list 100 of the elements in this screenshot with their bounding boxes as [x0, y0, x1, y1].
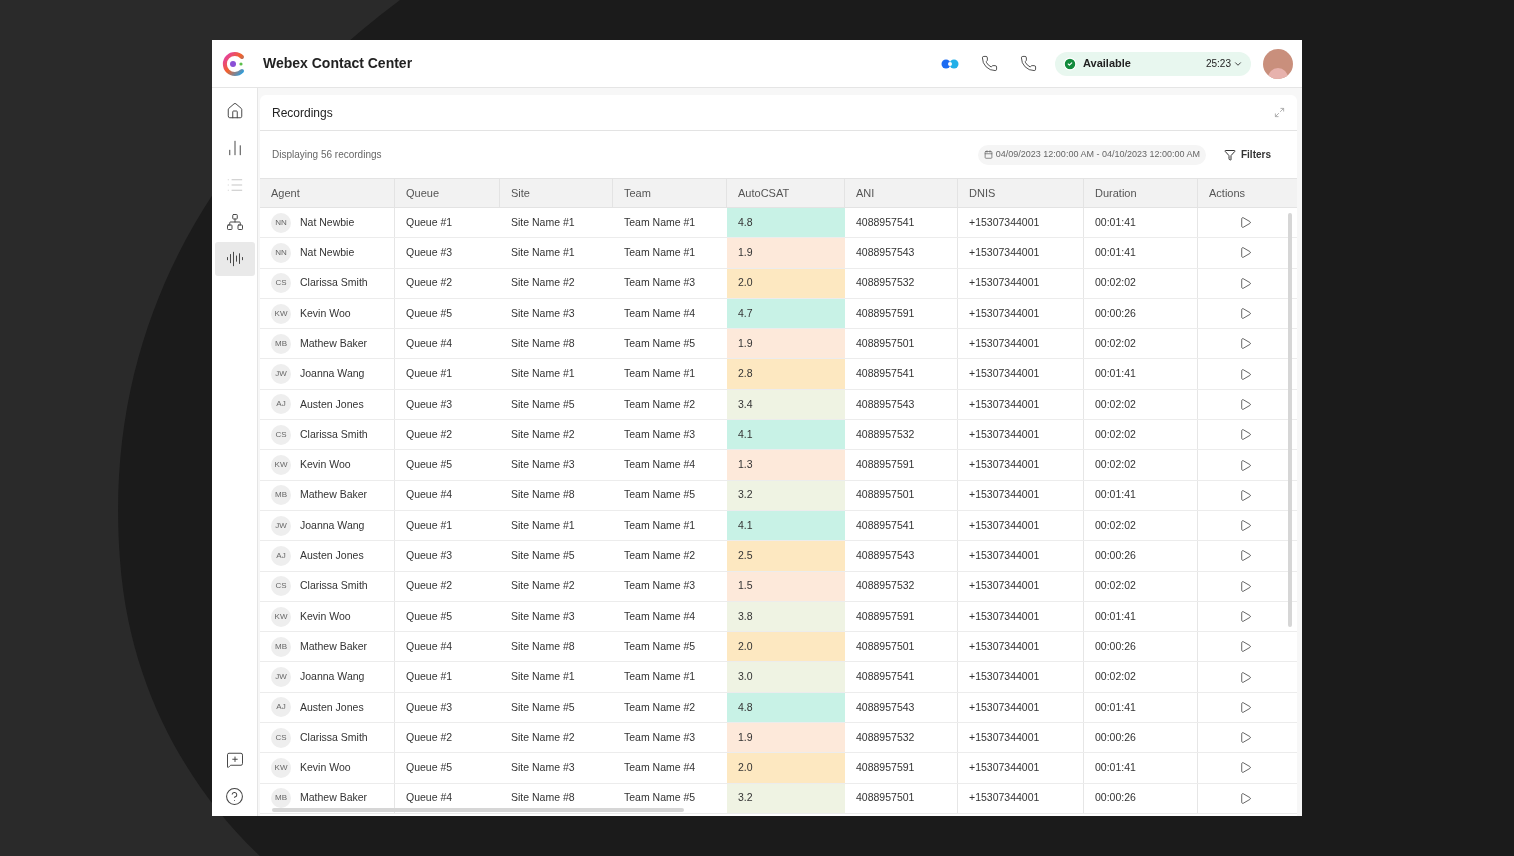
- play-icon[interactable]: [1239, 428, 1252, 442]
- play-icon[interactable]: [1239, 700, 1252, 714]
- table-cell: 4088957541: [845, 208, 958, 238]
- play-icon[interactable]: [1239, 246, 1252, 260]
- table-cell: +15307344001: [958, 268, 1084, 298]
- play-icon[interactable]: [1239, 488, 1252, 502]
- score-cell: 3.2: [727, 480, 845, 510]
- home-icon: [225, 102, 244, 120]
- column-header[interactable]: Site: [500, 179, 613, 207]
- table-cell-text: Austen Jones: [300, 396, 364, 412]
- table-cell: 4088957591: [845, 753, 958, 783]
- score-cell: 3.2: [727, 783, 845, 813]
- table-cell: 4088957532: [845, 723, 958, 753]
- play-icon[interactable]: [1239, 276, 1252, 290]
- table-cell-text: Mathew Baker: [300, 487, 368, 503]
- table-cell-text: Kevin Woo: [300, 608, 351, 624]
- table-cell: 4088957541: [845, 359, 958, 389]
- agent-initials: CS: [271, 576, 291, 597]
- table-cell: 4088957591: [845, 298, 958, 329]
- play-icon[interactable]: [1239, 670, 1252, 684]
- table-cell: 4088957501: [845, 632, 958, 662]
- date-range-field[interactable]: 04/09/2023 12:00:00 AM - 04/10/2023 12:00:00 AM: [977, 144, 1206, 165]
- table-cell: 4088957532: [845, 268, 958, 298]
- play-icon[interactable]: [1239, 337, 1252, 351]
- chat-icon[interactable]: [225, 751, 244, 769]
- play-icon[interactable]: [1239, 579, 1252, 593]
- agent-initials: KW: [271, 758, 291, 778]
- table-cell: 00:02:02: [1084, 450, 1198, 480]
- table-cell-text: Queue #1: [405, 669, 454, 685]
- column-header[interactable]: AutoCSAT: [727, 179, 845, 207]
- filters-button[interactable]: Filters: [1224, 147, 1271, 162]
- table-cell-text: Site Name #5: [510, 548, 576, 564]
- vertical-scrollbar[interactable]: [1288, 213, 1292, 627]
- column-header[interactable]: DNIS: [958, 179, 1084, 207]
- phone-icon[interactable]: [981, 55, 998, 72]
- nav-item[interactable]: [214, 242, 255, 276]
- table-cell-text: Team Name #4: [623, 305, 697, 321]
- table-cell-text: Team Name #3: [623, 729, 697, 745]
- table-cell: 4088957543: [845, 238, 958, 268]
- avatar-icon[interactable]: [1263, 48, 1293, 79]
- table-cell: +15307344001: [958, 662, 1084, 692]
- play-icon[interactable]: [1239, 791, 1252, 805]
- table-cell: Austen Jones: [300, 548, 364, 564]
- table-cell: 00:02:02: [1084, 389, 1198, 420]
- calendar-icon: [983, 150, 993, 159]
- table-cell: 4088957532: [845, 420, 958, 450]
- agent-initials: NN: [271, 242, 291, 263]
- table-cell-text: Queue #5: [405, 305, 454, 321]
- table-cell: +15307344001: [958, 541, 1084, 571]
- table-cell: 4088957591: [845, 450, 958, 480]
- table-cell: 4088957591: [845, 601, 958, 632]
- phone-icon[interactable]: [1020, 55, 1037, 72]
- play-icon[interactable]: [1239, 367, 1252, 381]
- help-icon[interactable]: [225, 787, 244, 806]
- table-cell: +15307344001: [958, 389, 1084, 420]
- column-header[interactable]: Team: [613, 179, 727, 207]
- play-icon[interactable]: [1239, 397, 1252, 411]
- table-cell-text: Mathew Baker: [300, 790, 368, 806]
- play-icon[interactable]: [1239, 307, 1252, 321]
- table-cell: +15307344001: [958, 420, 1084, 450]
- play-icon[interactable]: [1239, 549, 1252, 563]
- network-icon: [225, 213, 244, 231]
- status-dropdown[interactable]: Available 25:23: [1055, 51, 1251, 76]
- column-header[interactable]: ANI: [845, 179, 958, 207]
- table-cell-text: Site Name #8: [510, 335, 576, 351]
- play-icon[interactable]: [1239, 458, 1252, 472]
- play-icon[interactable]: [1239, 610, 1252, 623]
- column-header[interactable]: Duration: [1084, 179, 1198, 207]
- play-icon[interactable]: [1239, 640, 1252, 654]
- table-cell: 00:00:26: [1084, 632, 1198, 662]
- table-cell: 00:01:41: [1084, 208, 1198, 238]
- play-icon[interactable]: [1239, 519, 1252, 533]
- table-cell-text: Clarissa Smith: [300, 578, 368, 594]
- agent-initials: KW: [271, 303, 291, 324]
- agent-initials: CS: [271, 273, 291, 294]
- table-cell: +15307344001: [958, 329, 1084, 359]
- table-cell-text: Team Name #5: [623, 335, 697, 351]
- table-cell: 00:00:26: [1084, 783, 1198, 813]
- table-cell: +15307344001: [958, 692, 1084, 723]
- webex-icon[interactable]: [941, 57, 959, 70]
- column-header[interactable]: Agent: [260, 179, 395, 207]
- table-cell-text: Queue #4: [405, 638, 454, 654]
- table-cell: +15307344001: [958, 632, 1084, 662]
- table-cell-text: Mathew Baker: [300, 638, 368, 654]
- table-cell-text: Queue #3: [405, 699, 454, 715]
- table-cell-text: Nat Newbie: [300, 214, 355, 230]
- table-cell: 00:02:02: [1084, 420, 1198, 450]
- table-cell: +15307344001: [958, 723, 1084, 753]
- score-cell: 2.0: [727, 268, 845, 298]
- play-icon[interactable]: [1239, 216, 1252, 230]
- table-cell: +15307344001: [958, 238, 1084, 268]
- play-icon[interactable]: [1239, 761, 1252, 775]
- play-icon[interactable]: [1239, 731, 1252, 745]
- column-header[interactable]: Actions: [1198, 179, 1297, 207]
- table-cell-text: Site Name #8: [510, 638, 576, 654]
- table-cell: 00:01:41: [1084, 601, 1198, 632]
- column-header[interactable]: Queue: [395, 179, 500, 207]
- agent-initials: JW: [271, 667, 291, 688]
- agent-initials: AJ: [271, 394, 291, 415]
- score-cell: 4.8: [727, 208, 845, 238]
